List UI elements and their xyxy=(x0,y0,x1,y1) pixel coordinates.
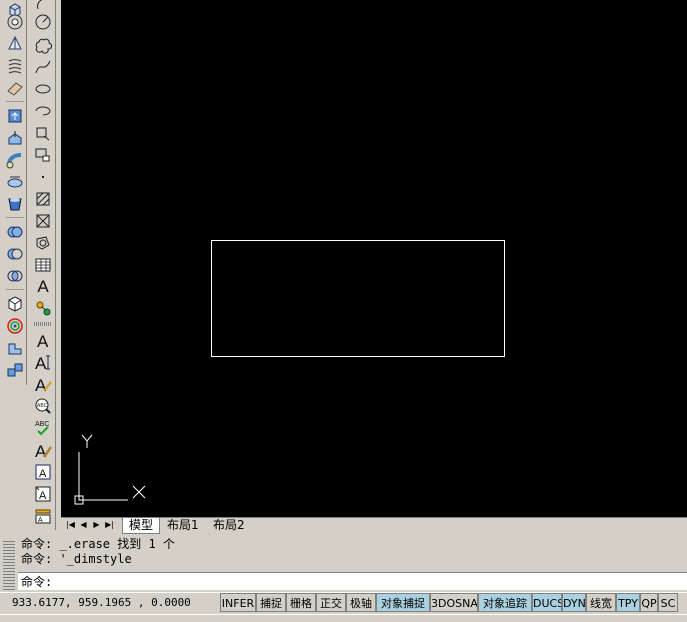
circle-icon[interactable] xyxy=(33,12,53,32)
multiline-text-icon[interactable]: A xyxy=(33,277,53,297)
svg-text:ABC: ABC xyxy=(37,403,48,409)
status-sc-button[interactable]: SC xyxy=(658,593,678,612)
ucs-y-axis-label xyxy=(81,434,93,448)
revolve-icon[interactable] xyxy=(5,172,25,192)
status-infer-button[interactable]: INFER xyxy=(220,593,256,612)
text-style-icon[interactable]: A xyxy=(33,440,53,460)
pyramid-icon[interactable] xyxy=(5,34,25,54)
loft-icon[interactable] xyxy=(5,194,25,214)
extrude-icon[interactable] xyxy=(5,106,25,126)
insert-block-icon[interactable] xyxy=(33,123,53,143)
status-osnap-button[interactable]: 对象捕捉 xyxy=(376,593,430,612)
modeling-toolbar xyxy=(3,0,27,385)
command-history: 命令: _.erase 找到 1 个 命令: '_dimstyle xyxy=(18,537,687,570)
helix-icon[interactable] xyxy=(5,56,25,76)
svg-text:A: A xyxy=(35,354,47,371)
draw-toolbar: A A A A ABC ABC A A A A xyxy=(31,0,56,530)
svg-text:A: A xyxy=(38,517,43,524)
prev-tab-button[interactable]: ◀ xyxy=(78,519,89,531)
layout-tab-bar: |◀ ◀ ▶ ▶| 模型 布局1 布局2 xyxy=(61,517,687,534)
status-ortho-button[interactable]: 正交 xyxy=(316,593,346,612)
edit-text-icon[interactable]: A xyxy=(33,374,53,394)
command-window-grip[interactable] xyxy=(3,540,15,590)
intersect-icon[interactable] xyxy=(5,266,25,286)
scale-text-icon[interactable]: A xyxy=(33,462,53,482)
status-otrack-button[interactable]: 对象追踪 xyxy=(478,593,532,612)
text-icon[interactable]: A xyxy=(33,330,53,350)
status-qp-button[interactable]: QP xyxy=(640,593,658,612)
command-input[interactable]: 命令: xyxy=(18,572,687,590)
coordinate-readout[interactable]: 933.6177, 959.1965 , 0.0000 xyxy=(12,596,191,609)
status-3dosnap-button[interactable]: 3DOSNAP xyxy=(430,593,478,612)
status-snap-button[interactable]: 捕捉 xyxy=(256,593,286,612)
point-icon[interactable] xyxy=(33,167,53,187)
make-block-icon[interactable] xyxy=(33,145,53,165)
tab-layout1[interactable]: 布局1 xyxy=(161,518,205,533)
table-icon[interactable] xyxy=(33,255,53,275)
single-line-text-icon[interactable]: A xyxy=(33,352,53,372)
union-icon[interactable] xyxy=(5,222,25,242)
3d-move-icon[interactable] xyxy=(5,294,25,314)
planar-surface-icon[interactable] xyxy=(5,78,25,98)
subtract-icon[interactable] xyxy=(5,244,25,264)
first-tab-button[interactable]: |◀ xyxy=(65,519,76,531)
justify-text-icon[interactable]: A xyxy=(33,484,53,504)
3d-rotate-icon[interactable] xyxy=(5,316,25,336)
presspull-icon[interactable] xyxy=(5,128,25,148)
find-text-icon[interactable]: ABC xyxy=(33,396,53,416)
tab-model[interactable]: 模型 xyxy=(122,518,161,534)
torus-icon[interactable] xyxy=(5,12,25,32)
gradient-icon[interactable] xyxy=(33,211,53,231)
svg-text:A: A xyxy=(39,468,47,480)
command-history-line: 命令: _.erase 找到 1 个 xyxy=(21,537,175,551)
convert-distance-icon[interactable]: A xyxy=(33,506,53,526)
status-tpy-button[interactable]: TPY xyxy=(616,593,640,612)
ucs-x-axis-label xyxy=(132,485,146,499)
status-ducs-button[interactable]: DUCS xyxy=(532,593,562,612)
rectangle-entity[interactable] xyxy=(211,240,505,357)
ellipse-arc-icon[interactable] xyxy=(33,101,53,121)
command-prompt: 命令: xyxy=(21,575,53,589)
status-lineweight-button[interactable]: 线宽 xyxy=(586,593,616,612)
last-tab-button[interactable]: ▶| xyxy=(104,519,115,531)
revision-cloud-icon[interactable] xyxy=(33,35,53,55)
3d-align-icon[interactable] xyxy=(5,338,25,358)
region-icon[interactable] xyxy=(33,233,53,253)
hatch-icon[interactable] xyxy=(33,189,53,209)
status-dyn-button[interactable]: DYN xyxy=(562,593,586,612)
next-tab-button[interactable]: ▶ xyxy=(91,519,102,531)
3d-array-icon[interactable] xyxy=(5,360,25,380)
command-history-line: 命令: '_dimstyle xyxy=(21,552,132,566)
spell-check-icon[interactable]: ABC xyxy=(33,418,53,438)
spline-icon[interactable] xyxy=(33,57,53,77)
tab-layout2[interactable]: 布局2 xyxy=(207,518,251,533)
ellipse-icon[interactable] xyxy=(33,79,53,99)
svg-text:A: A xyxy=(37,332,49,349)
sweep-icon[interactable] xyxy=(5,150,25,170)
add-selected-icon[interactable] xyxy=(33,298,53,318)
svg-text:A: A xyxy=(39,490,47,502)
status-grid-button[interactable]: 栅格 xyxy=(286,593,316,612)
ucs-icon xyxy=(74,434,146,505)
status-polar-button[interactable]: 极轴 xyxy=(346,593,376,612)
